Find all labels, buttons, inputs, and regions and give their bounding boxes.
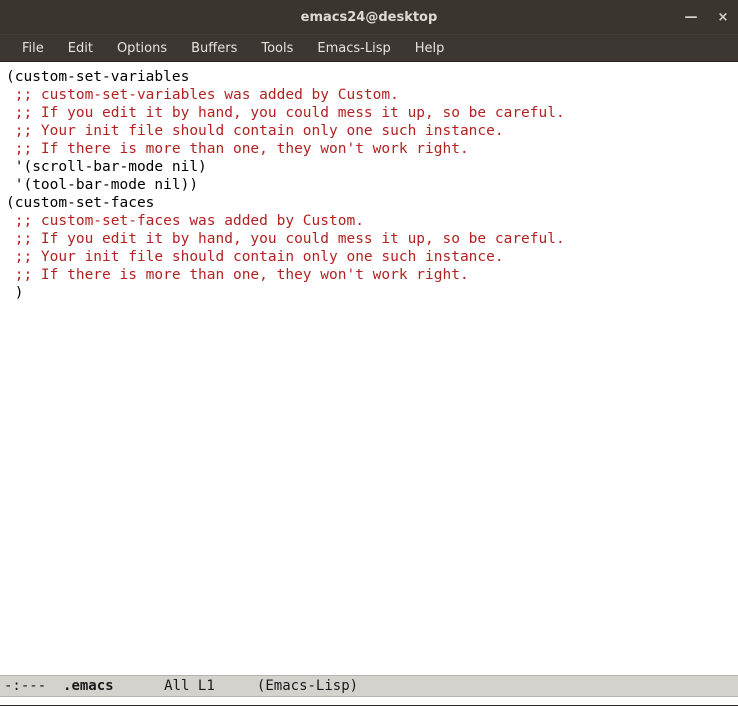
code-line: ) xyxy=(6,284,734,302)
code-line: '(tool-bar-mode nil)) xyxy=(6,176,734,194)
code-line: '(scroll-bar-mode nil) xyxy=(6,158,734,176)
code-line: ;; custom-set-variables was added by Cus… xyxy=(6,86,734,104)
menu-file[interactable]: File xyxy=(10,36,56,61)
code-line: ;; If you edit it by hand, you could mes… xyxy=(6,230,734,248)
window-title: emacs24@desktop xyxy=(301,10,438,25)
window-controls: — × xyxy=(684,10,730,24)
menu-buffers[interactable]: Buffers xyxy=(179,36,249,61)
modeline-mode: (Emacs-Lisp) xyxy=(257,678,358,694)
editor-area[interactable]: (custom-set-variables ;; custom-set-vari… xyxy=(0,62,738,675)
menu-help[interactable]: Help xyxy=(403,36,457,61)
code-line: (custom-set-faces xyxy=(6,194,734,212)
menu-options[interactable]: Options xyxy=(105,36,179,61)
code-line: ;; Your init file should contain only on… xyxy=(6,122,734,140)
menu-tools[interactable]: Tools xyxy=(249,36,305,61)
minimize-icon[interactable]: — xyxy=(684,10,698,24)
modeline-status: -:--- xyxy=(4,678,46,694)
code-line: (custom-set-variables xyxy=(6,68,734,86)
modeline-line: L1 xyxy=(198,678,215,694)
code-line: ;; If you edit it by hand, you could mes… xyxy=(6,104,734,122)
code-line: ;; Your init file should contain only on… xyxy=(6,248,734,266)
menu-emacs-lisp[interactable]: Emacs-Lisp xyxy=(305,36,402,61)
modeline-buffer-name: .emacs xyxy=(63,678,114,694)
menu-edit[interactable]: Edit xyxy=(56,36,105,61)
code-line: ;; If there is more than one, they won't… xyxy=(6,140,734,158)
menu-bar: File Edit Options Buffers Tools Emacs-Li… xyxy=(0,34,738,62)
minibuffer[interactable] xyxy=(0,697,738,705)
close-icon[interactable]: × xyxy=(716,10,730,24)
mode-line: -:--- .emacs All L1 (Emacs-Lisp) xyxy=(0,675,738,697)
modeline-position: All xyxy=(164,678,189,694)
window-titlebar: emacs24@desktop — × xyxy=(0,0,738,34)
code-line: ;; custom-set-faces was added by Custom. xyxy=(6,212,734,230)
code-line: ;; If there is more than one, they won't… xyxy=(6,266,734,284)
